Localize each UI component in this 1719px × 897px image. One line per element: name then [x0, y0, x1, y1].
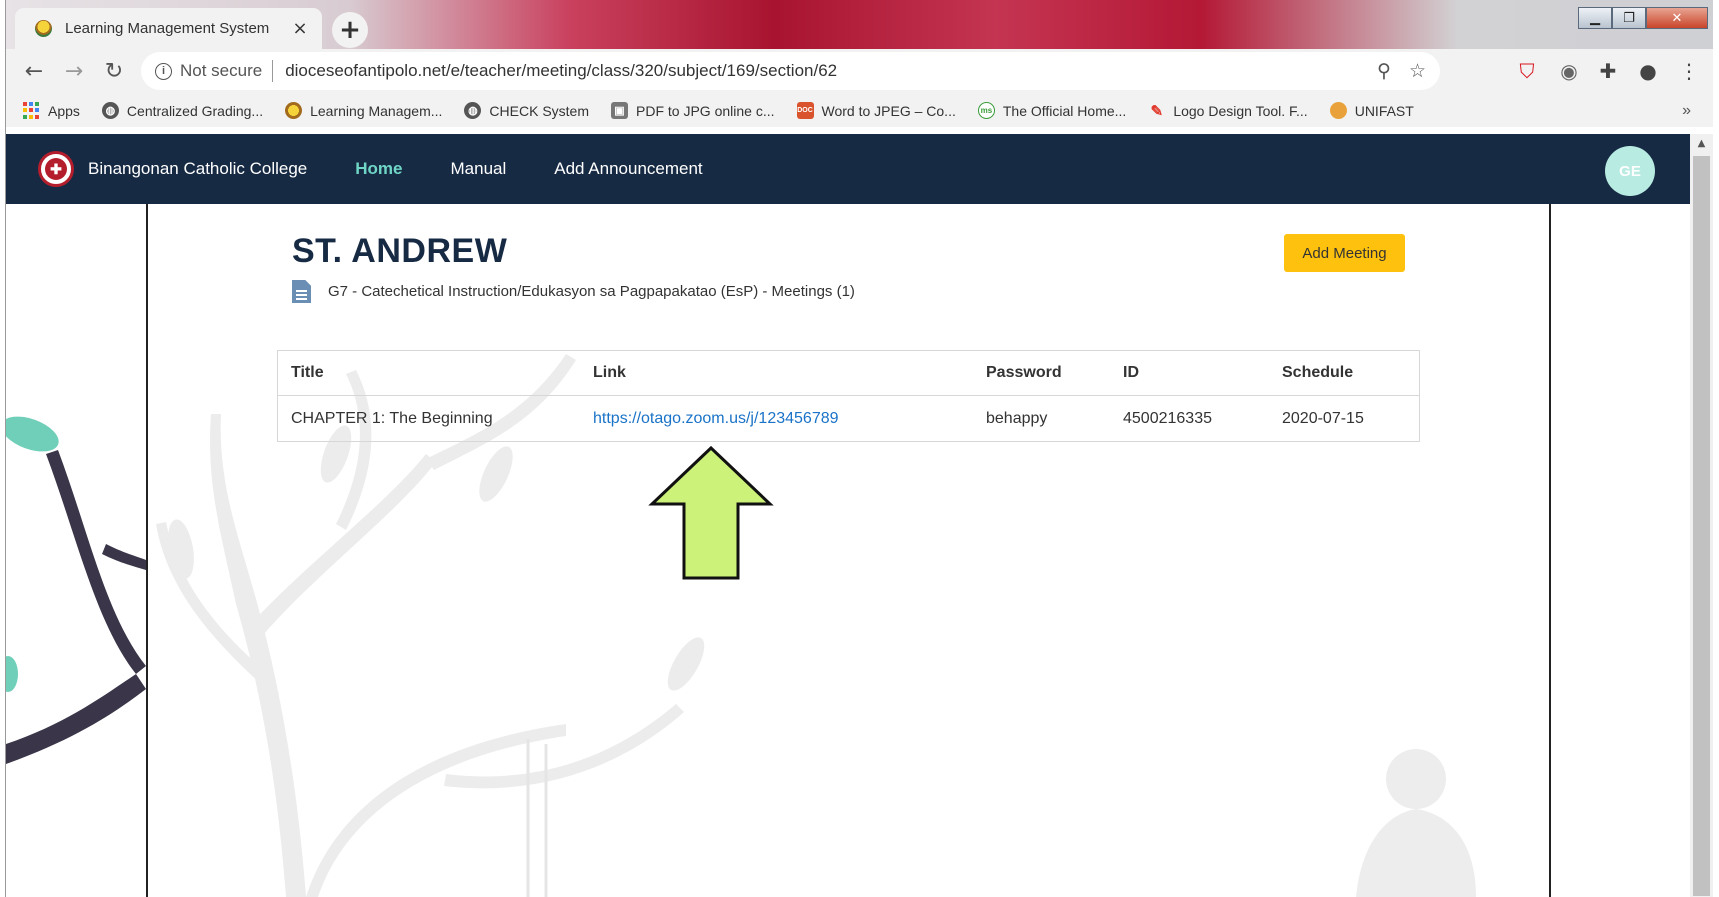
meeting-schedule: 2020-07-15 [1282, 409, 1364, 427]
window-controls: ▁ ❐ ✕ [1578, 7, 1708, 29]
subject-subtitle: G7 - Catechetical Instruction/Edukasyon … [292, 280, 855, 303]
back-icon[interactable]: ← [14, 59, 54, 84]
globe-extension-icon[interactable]: ◉ [1556, 56, 1582, 86]
bookmark-label: Centralized Grading... [126, 102, 264, 119]
pen-icon: ✎ [1150, 102, 1164, 120]
bookmark-star-icon[interactable]: ☆ [1409, 60, 1426, 83]
bookmark-unifast[interactable]: UNIFAST [1329, 102, 1414, 119]
forward-icon[interactable]: → [54, 59, 94, 84]
bookmarks-bar: Apps ◍ Centralized Grading... Learning M… [6, 94, 1713, 127]
header-link: Link [593, 364, 626, 381]
puzzle-extension-icon[interactable]: ✚ [1595, 56, 1621, 86]
ms-icon: ms [977, 102, 995, 119]
browser-tab[interactable]: Learning Management System × [15, 8, 322, 49]
header-password: Password [986, 364, 1062, 381]
bookmark-centralized-grading[interactable]: ◍ Centralized Grading... [101, 102, 264, 119]
bookmark-label: UNIFAST [1354, 102, 1414, 119]
browser-window: Learning Management System × + ▁ ❐ ✕ ← →… [0, 0, 1719, 897]
meeting-id: 4500216335 [1123, 409, 1212, 427]
page-scrollbar[interactable]: ▲ [1690, 134, 1713, 897]
up-arrow-annotation-icon [648, 445, 774, 580]
meetings-table: Title Link Password ID Schedule CHAPTER … [277, 350, 1420, 442]
add-meeting-button[interactable]: Add Meeting [1284, 234, 1405, 272]
reload-icon[interactable]: ↻ [94, 59, 134, 84]
page-title: ST. ANDREW [292, 232, 508, 270]
new-tab-button[interactable]: + [332, 12, 368, 48]
header-schedule: Schedule [1282, 364, 1354, 381]
nav-add-announcement[interactable]: Add Announcement [554, 159, 702, 179]
address-separator [272, 60, 274, 82]
profile-icon[interactable]: ● [1635, 56, 1661, 86]
tab-title: Learning Management System [65, 20, 270, 37]
table-header-row: Title Link Password ID Schedule [278, 351, 1419, 396]
bookmark-learning-management[interactable]: Learning Managem... [285, 102, 442, 119]
globe-icon: ◍ [464, 102, 482, 119]
close-tab-icon[interactable]: × [290, 18, 310, 39]
meeting-password: behappy [986, 409, 1048, 427]
header-id: ID [1123, 364, 1139, 381]
apps-grid-icon [23, 102, 40, 119]
document-icon [292, 280, 311, 303]
doc-jpg-icon: DOC [796, 102, 814, 119]
close-window-button[interactable]: ✕ [1646, 7, 1708, 29]
bookmark-label: Learning Managem... [310, 102, 443, 119]
window-border-left [0, 0, 6, 897]
school-seal-icon [35, 20, 52, 37]
menu-icon[interactable]: ⋮ [1676, 56, 1702, 86]
bookmark-official-home[interactable]: ms The Official Home... [977, 102, 1127, 119]
header-title: Title [291, 364, 324, 381]
restore-button[interactable]: ❐ [1612, 7, 1646, 29]
more-bookmarks-icon[interactable]: » [1682, 102, 1691, 120]
user-avatar[interactable]: GE [1605, 146, 1655, 196]
panel-border-left [146, 204, 148, 897]
bookmark-check-system[interactable]: ◍ CHECK System [464, 102, 589, 119]
bookmark-label: Word to JPEG – Co... [821, 102, 956, 119]
bookmark-apps[interactable]: Apps [23, 102, 80, 119]
scroll-up-arrow-icon[interactable]: ▲ [1690, 134, 1713, 154]
address-bar[interactable]: i Not secure dioceseofantipolo.net/e/tea… [141, 52, 1440, 90]
title-bar: Learning Management System × + ▁ ❐ ✕ [6, 0, 1713, 49]
info-icon[interactable]: i [155, 62, 172, 80]
url-text[interactable]: dioceseofantipolo.net/e/teacher/meeting/… [285, 61, 1359, 81]
unifast-icon [1329, 102, 1347, 119]
background-illustration [6, 354, 1476, 897]
meeting-link[interactable]: https://otago.zoom.us/j/123456789 [580, 410, 973, 428]
bookmark-pdf-to-jpg[interactable]: ▣ PDF to JPG online c... [611, 102, 775, 119]
shield-extension-icon[interactable]: ⛉ [1514, 56, 1540, 86]
scrollbar-thumb[interactable] [1693, 156, 1710, 896]
site-navbar: ✚ Binangonan Catholic College Home Manua… [6, 134, 1690, 204]
bookmark-label: PDF to JPG online c... [636, 102, 775, 119]
panel-border-right [1549, 204, 1551, 897]
bookmark-label: Logo Design Tool. F... [1173, 102, 1308, 119]
meeting-title: CHAPTER 1: The Beginning [291, 409, 493, 427]
window-border-right [1713, 0, 1719, 897]
pdf-icon: ▣ [611, 102, 628, 119]
bookmark-label: The Official Home... [1002, 102, 1127, 119]
bookmark-word-to-jpeg[interactable]: DOC Word to JPEG – Co... [796, 102, 956, 119]
brand-name[interactable]: Binangonan Catholic College [88, 159, 307, 179]
not-secure-label: Not secure [180, 61, 263, 80]
globe-icon: ◍ [101, 102, 119, 119]
nav-manual[interactable]: Manual [451, 159, 507, 179]
zoom-icon[interactable]: ⚲ [1377, 60, 1391, 83]
bookmark-label: Apps [48, 102, 80, 119]
browser-toolbar: ← → ↻ i Not secure dioceseofantipolo.net… [6, 49, 1713, 94]
bookmark-label: CHECK System [489, 102, 589, 119]
minimize-button[interactable]: ▁ [1578, 7, 1612, 29]
subtitle-text: G7 - Catechetical Instruction/Edukasyon … [328, 283, 855, 300]
main-content: ST. ANDREW G7 - Catechetical Instruction… [6, 204, 1690, 897]
nav-home[interactable]: Home [355, 159, 402, 179]
college-logo-icon[interactable]: ✚ [38, 151, 74, 187]
school-seal-icon [285, 102, 303, 119]
table-row: CHAPTER 1: The Beginning https://otago.z… [278, 396, 1419, 441]
bookmark-logo-design[interactable]: ✎ Logo Design Tool. F... [1148, 102, 1308, 120]
